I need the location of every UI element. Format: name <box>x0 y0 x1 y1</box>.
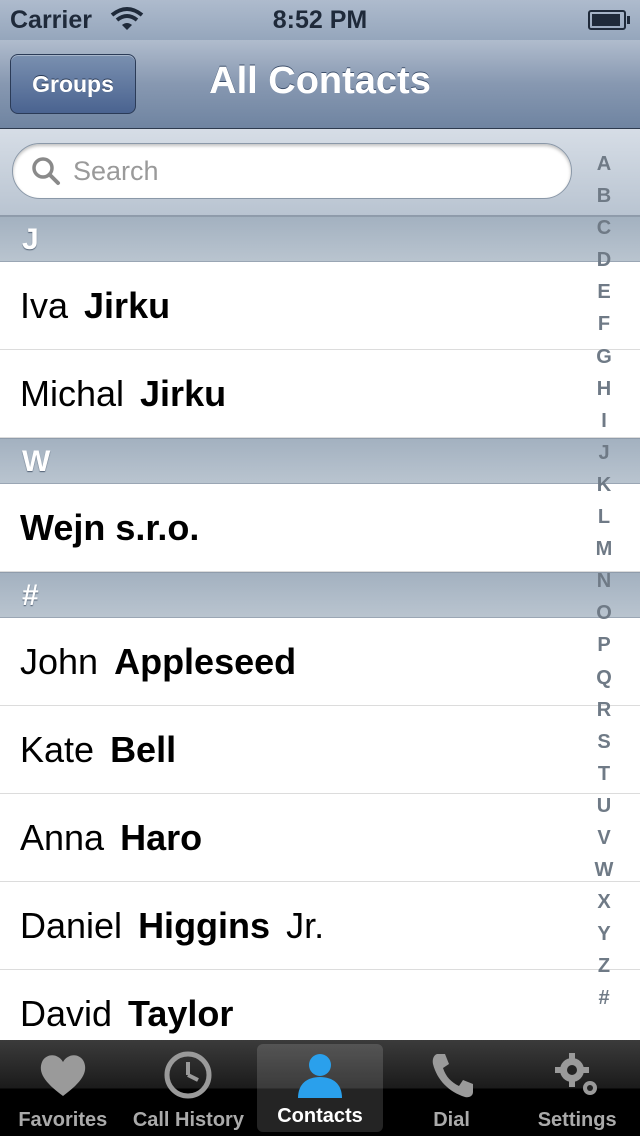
index-letter[interactable]: Z <box>598 950 610 982</box>
person-icon <box>297 1054 342 1098</box>
tab-label: Contacts <box>277 1105 363 1127</box>
section-index[interactable]: A B C D E F G H I J K L M N O P Q R S T U V W X Y Z # <box>592 148 616 1015</box>
index-letter[interactable]: B <box>597 180 611 212</box>
index-letter[interactable]: I <box>601 405 607 437</box>
contact-name-suffix: Jr. <box>286 904 325 946</box>
contact-first-name: Michal <box>20 372 125 414</box>
contact-company-name: Wejn s.r.o. <box>20 506 200 548</box>
contact-last-name: Haro <box>120 816 203 858</box>
contact-first-name: John <box>20 640 99 682</box>
index-letter[interactable]: N <box>597 565 611 597</box>
index-letter[interactable]: J <box>598 437 609 469</box>
contact-first-name: Kate <box>20 728 95 770</box>
index-letter[interactable]: U <box>597 790 611 822</box>
contacts-list[interactable]: J Iva Jirku Michal Jirku W Wejn s.r.o. #… <box>0 216 640 1040</box>
index-letter[interactable]: W <box>595 854 614 886</box>
index-letter[interactable]: K <box>597 469 611 501</box>
section-header-j: J <box>0 216 640 262</box>
battery-icon <box>588 10 630 30</box>
search-bar <box>0 129 640 216</box>
contact-first-name: Anna <box>20 816 105 858</box>
tab-favorites[interactable]: Favorites <box>0 1040 126 1136</box>
contact-last-name: Taylor <box>128 992 234 1034</box>
index-letter[interactable]: M <box>596 533 613 565</box>
index-letter[interactable]: G <box>596 341 612 373</box>
index-letter[interactable]: L <box>598 501 610 533</box>
tab-contacts[interactable]: Contacts <box>257 1044 383 1132</box>
index-letter[interactable]: X <box>597 886 610 918</box>
index-letter[interactable]: D <box>597 244 611 276</box>
tab-call-history[interactable]: Call History <box>126 1040 252 1136</box>
index-letter[interactable]: A <box>597 148 611 180</box>
contact-row[interactable]: Kate Bell <box>0 706 640 794</box>
contact-last-name: Higgins <box>138 904 271 946</box>
contact-row[interactable]: John Appleseed <box>0 618 640 706</box>
contact-row[interactable]: Wejn s.r.o. <box>0 484 640 572</box>
tab-settings[interactable]: Settings <box>514 1040 640 1136</box>
index-letter[interactable]: F <box>598 308 610 340</box>
section-header-w: W <box>0 438 640 484</box>
contact-row[interactable]: Iva Jirku <box>0 262 640 350</box>
index-letter[interactable]: C <box>597 212 611 244</box>
tab-label: Settings <box>537 1109 617 1131</box>
contact-row[interactable]: David Taylor <box>0 970 640 1040</box>
contact-last-name: Appleseed <box>114 640 297 682</box>
tab-label: Dial <box>433 1109 470 1131</box>
navigation-bar: Groups All Contacts <box>0 40 640 129</box>
search-icon <box>32 157 60 185</box>
contacts-screen: Carrier 8:52 PM Groups All Contacts J Iv… <box>0 0 640 1136</box>
index-letter[interactable]: V <box>597 822 610 854</box>
section-header-hash: # <box>0 572 640 618</box>
status-bar: Carrier 8:52 PM <box>0 0 640 40</box>
index-letter[interactable]: R <box>597 694 611 726</box>
clock-icon <box>164 1051 212 1099</box>
gears-icon <box>555 1053 598 1095</box>
index-letter[interactable]: O <box>596 597 612 629</box>
contact-first-name: Iva <box>20 284 69 326</box>
index-letter[interactable]: H <box>597 373 611 405</box>
heart-icon <box>40 1055 85 1096</box>
phone-icon <box>432 1054 473 1098</box>
contact-first-name: David <box>20 992 113 1034</box>
index-letter[interactable]: P <box>597 629 610 661</box>
tab-dial[interactable]: Dial <box>389 1040 515 1136</box>
search-input[interactable] <box>71 154 535 188</box>
contact-last-name: Jirku <box>84 284 171 326</box>
tab-label: Call History <box>132 1109 244 1131</box>
contact-row[interactable]: Anna Haro <box>0 794 640 882</box>
tab-label: Favorites <box>18 1109 108 1131</box>
contact-row[interactable]: Daniel Higgins Jr. <box>0 882 640 970</box>
index-letter[interactable]: S <box>597 726 610 758</box>
contact-row[interactable]: Michal Jirku <box>0 350 640 438</box>
search-field[interactable] <box>12 143 572 199</box>
contact-last-name: Jirku <box>140 372 227 414</box>
index-letter[interactable]: Q <box>596 662 612 694</box>
index-letter[interactable]: Y <box>597 918 610 950</box>
index-letter[interactable]: # <box>598 982 609 1014</box>
page-title: All Contacts <box>209 60 431 102</box>
tab-bar: Favorites Call History Contacts Dial Set… <box>0 1040 640 1136</box>
index-letter[interactable]: E <box>597 276 610 308</box>
contact-last-name: Bell <box>110 728 177 770</box>
contact-first-name: Daniel <box>20 904 123 946</box>
index-letter[interactable]: T <box>598 758 610 790</box>
status-time: 8:52 PM <box>272 6 368 34</box>
